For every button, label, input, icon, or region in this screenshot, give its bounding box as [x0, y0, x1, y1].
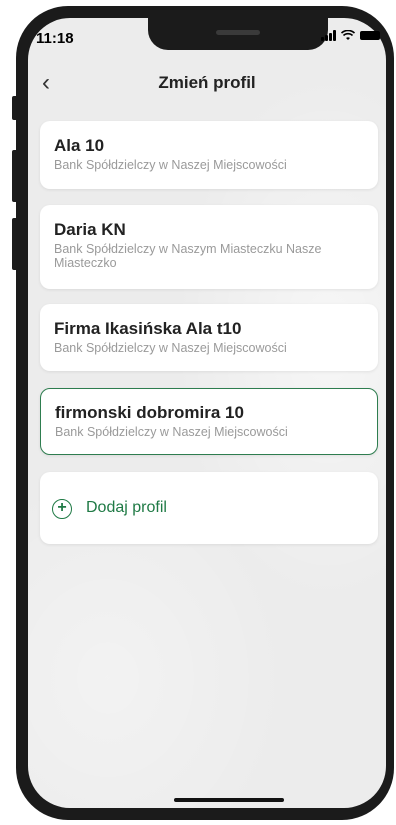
profile-name: firmonski dobromira 10 — [55, 403, 244, 422]
add-profile-button[interactable]: + Dodaj profil — [40, 472, 378, 544]
profile-card-selected[interactable]: firmonski dobromira 10 Bank Spółdzielczy… — [40, 388, 378, 455]
page-title: Zmień profil — [158, 73, 256, 92]
profile-name: Ala 10 — [54, 136, 105, 155]
profile-bank: Bank Spółdzielczy w Naszej Miejscowości — [55, 425, 288, 439]
profile-card[interactable]: Daria KN Bank Spółdzielczy w Naszym Mias… — [40, 205, 378, 289]
profile-name: Daria KN — [54, 220, 126, 239]
profile-card[interactable]: Ala 10 Bank Spółdzielczy w Naszej Miejsc… — [40, 121, 378, 189]
wifi-icon — [341, 30, 355, 40]
profile-bank: Bank Spółdzielczy w Naszej Miejscowości — [54, 341, 287, 355]
header: ‹ Zmień profil — [28, 60, 386, 106]
profile-bank: Bank Spółdzielczy w Naszej Miejscowości — [54, 158, 287, 172]
notch — [148, 18, 328, 50]
status-time: 11:18 — [36, 30, 74, 47]
signal-icon — [321, 30, 336, 41]
status-icons — [321, 30, 380, 41]
profile-card[interactable]: Firma Ikasińska Ala t10 Bank Spółdzielcz… — [40, 304, 378, 371]
profile-bank: Bank Spółdzielczy w Naszym Miasteczku Na… — [54, 242, 322, 270]
add-profile-label: Dodaj profil — [86, 499, 167, 516]
home-indicator[interactable] — [174, 798, 284, 802]
profile-name: Firma Ikasińska Ala t10 — [54, 319, 242, 338]
battery-icon — [360, 31, 380, 40]
plus-circle-icon: + — [52, 499, 72, 519]
speaker — [216, 30, 260, 35]
